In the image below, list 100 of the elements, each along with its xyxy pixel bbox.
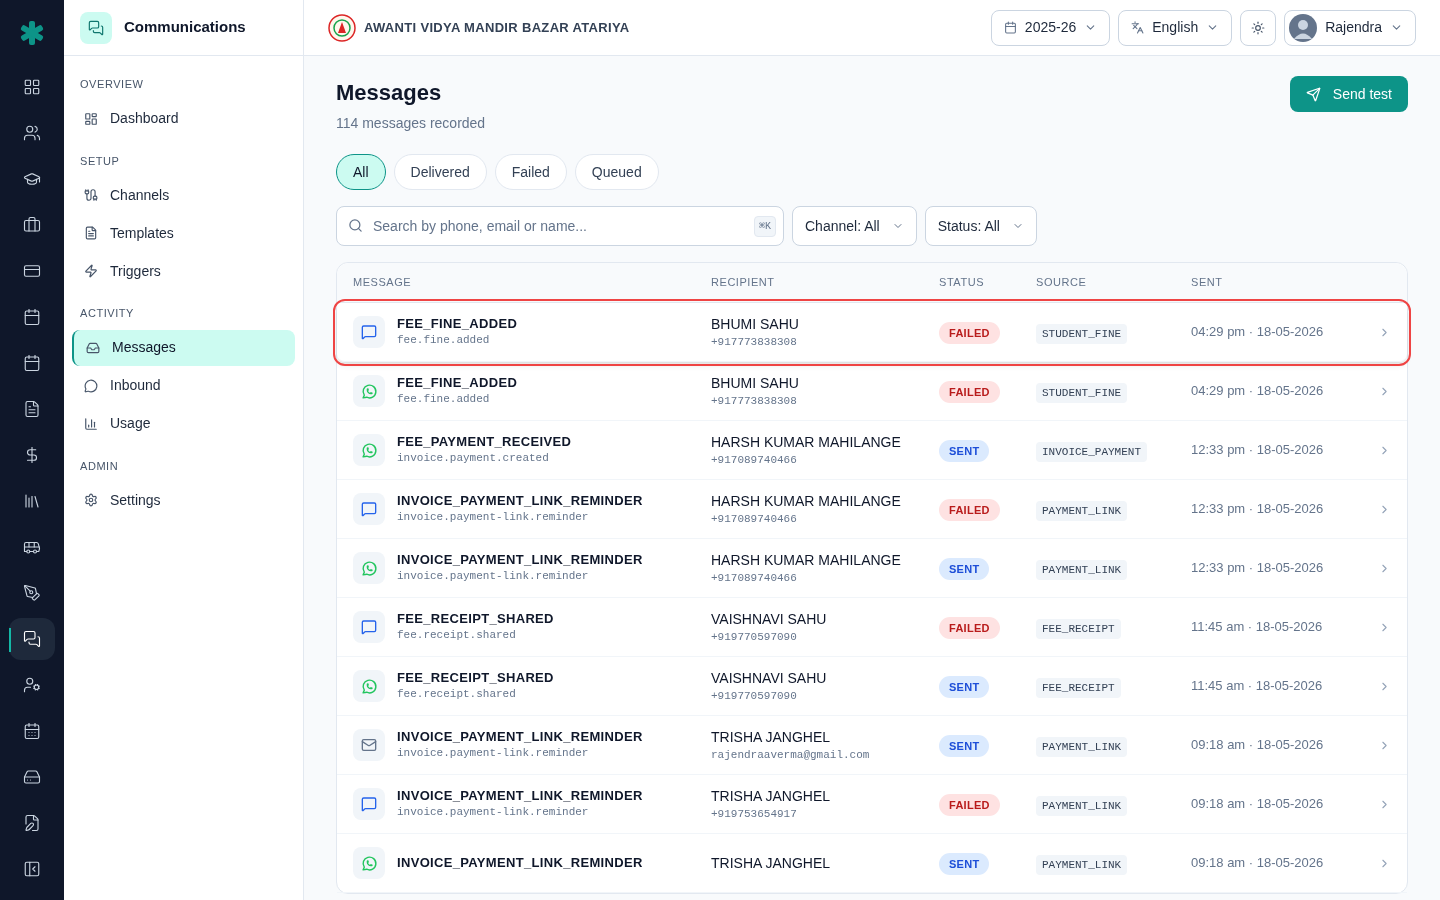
recipient-name: HARSH KUMAR MAHILANGE (711, 551, 902, 570)
filter-dropdown[interactable]: Status: All (924, 206, 1037, 246)
recipient-contact: +917089740466 (711, 512, 798, 527)
rail-button[interactable] (9, 618, 55, 660)
sent-time: 09:18 am · 18-05-2026 (1191, 854, 1325, 873)
sent-time: 11:45 am · 18-05-2026 (1191, 677, 1324, 696)
filter-pill[interactable]: All (336, 154, 386, 190)
message-row[interactable]: FEE_RECEIPT_SHARED fee.receipt.shared VAISHNAVI SAHU +919770597090 FAILED FEE_RECEIPT 11:45 am · 18-05-2026 (337, 598, 1407, 657)
filter-dropdown[interactable]: Channel: All (792, 206, 917, 246)
recipient-name: VAISHNAVI SAHU (711, 610, 828, 629)
column-header: RECIPIENT (711, 275, 776, 291)
sidebar-item[interactable]: Templates (72, 215, 295, 251)
column-header: STATUS (939, 275, 986, 291)
filter-pill[interactable]: Queued (574, 154, 659, 190)
avatar (1289, 13, 1318, 42)
status-badge: SENT (939, 734, 990, 758)
chat-icon (23, 630, 41, 648)
event-key: invoice.payment-link.reminder (397, 745, 643, 761)
page-title: Messages (336, 79, 443, 107)
send-icon (1305, 86, 1321, 102)
message-row[interactable]: INVOICE_PAYMENT_LINK_REMINDER invoice.payment-link.reminder HARSH KUMAR MAHILANGE +917089740466 SENT PAYMENT_LINK 12:33 pm · 18-05-2026 (337, 539, 1407, 598)
message-row[interactable]: FEE_PAYMENT_RECEIVED invoice.payment.created HARSH KUMAR MAHILANGE +917089740466 SENT INVOICE_PAYMENT 12:33 pm · 18-05-2026 (337, 421, 1407, 480)
event-key: fee.fine.added (397, 332, 518, 348)
sidebar-item[interactable]: Dashboard (72, 100, 295, 137)
message-row[interactable]: INVOICE_PAYMENT_LINK_REMINDER TRISHA JANGHEL SENT PAYMENT_LINK 09:18 am · 18-05-2026 (337, 834, 1407, 893)
calendar-icon (23, 308, 41, 326)
recipient-contact: +919753654917 (711, 807, 798, 822)
column-header: SOURCE (1036, 275, 1088, 291)
event-key: fee.receipt.shared (397, 686, 554, 702)
sidebar-item[interactable]: Usage (72, 405, 295, 442)
translate-icon (1131, 21, 1145, 34)
source-tag: PAYMENT_LINK (1036, 500, 1128, 522)
chat-icon (361, 501, 377, 517)
active-indicator (9, 628, 11, 652)
status-badge: SENT (939, 675, 990, 699)
source-tag: STUDENT_FINE (1036, 382, 1128, 404)
sent-time: 12:33 pm · 18-05-2026 (1191, 500, 1325, 519)
sent-time: 04:29 pm · 18-05-2026 (1191, 382, 1325, 401)
column-header: MESSAGE (353, 275, 413, 291)
template-name: INVOICE_PAYMENT_LINK_REMINDER (397, 855, 643, 871)
inbox-icon (86, 340, 100, 355)
message-row[interactable]: FEE_FINE_ADDED fee.fine.added BHUMI SAHU +917773838308 FAILED STUDENT_FINE 04:29 pm · 18-05-2026 (337, 362, 1407, 421)
status-badge: SENT (939, 557, 990, 581)
sidebar-item[interactable]: Channels (72, 177, 295, 213)
source-tag: FEE_RECEIPT (1036, 618, 1121, 640)
sent-time: 12:33 pm · 18-05-2026 (1191, 559, 1325, 578)
template-name: INVOICE_PAYMENT_LINK_REMINDER (397, 729, 643, 745)
user-gear-icon (23, 676, 41, 694)
filter-pill[interactable]: Failed (494, 154, 567, 190)
message-row[interactable]: FEE_FINE_ADDED fee.fine.added BHUMI SAHU +917773838308 FAILED STUDENT_FINE 04:29 pm · 18-05-2026 (337, 303, 1407, 362)
pen-icon (23, 584, 41, 602)
template-name: FEE_RECEIPT_SHARED (397, 670, 554, 686)
sidebar-item[interactable]: Settings (72, 482, 295, 518)
recipient-contact: +919770597090 (711, 689, 798, 704)
calendar-icon (23, 722, 41, 740)
sidebar-item[interactable]: Messages (72, 329, 295, 366)
recipient-contact: +919770597090 (711, 630, 798, 645)
source-tag: PAYMENT_LINK (1036, 559, 1128, 581)
whatsapp-icon (360, 382, 378, 400)
event-key: invoice.payment-link.reminder (397, 509, 643, 525)
status-badge: FAILED (939, 321, 1000, 345)
message-row[interactable]: INVOICE_PAYMENT_LINK_REMINDER invoice.payment-link.reminder TRISHA JANGHEL rajendraaverma@gmail.com SENT PAYMENT_LINK 09:18 am · 18-05-2026 (337, 716, 1407, 775)
template-name: FEE_FINE_ADDED (397, 375, 518, 391)
year-dropdown[interactable]: 2025-26 (990, 9, 1111, 46)
source-tag: INVOICE_PAYMENT (1036, 441, 1148, 463)
calendar-icon (23, 354, 41, 372)
theme-toggle[interactable] (1240, 9, 1277, 46)
graduation-cap-icon (23, 170, 41, 188)
chat-icon (361, 324, 377, 340)
chat-icon (361, 619, 377, 635)
recipient-name: TRISHA JANGHEL (711, 728, 832, 747)
message-row[interactable]: FEE_RECEIPT_SHARED fee.receipt.shared VAISHNAVI SAHU +919770597090 SENT FEE_RECEIPT 11:45 am · 18-05-2026 (337, 657, 1407, 716)
recipient-contact: rajendraaverma@gmail.com (711, 748, 871, 763)
cable-icon (84, 188, 98, 202)
mail-icon (361, 737, 377, 753)
chat-bubble-icon (84, 378, 98, 393)
template-name: FEE_PAYMENT_RECEIVED (397, 434, 572, 450)
filter-pill[interactable]: Delivered (393, 154, 487, 190)
message-row[interactable]: INVOICE_PAYMENT_LINK_REMINDER invoice.payment-link.reminder TRISHA JANGHEL +919753654917 FAILED PAYMENT_LINK 09:18 am · 18-05-2026 (337, 775, 1407, 834)
sent-time: 09:18 am · 18-05-2026 (1191, 736, 1325, 755)
event-key: invoice.payment-link.reminder (397, 568, 643, 584)
sidebar-title: Communications (124, 17, 246, 38)
send-test-button[interactable]: Send test (1289, 76, 1408, 112)
file-pen-icon (23, 814, 41, 832)
template-name: FEE_FINE_ADDED (397, 316, 518, 332)
school-logo-icon (328, 13, 356, 42)
recipient-contact: +917089740466 (711, 453, 798, 468)
user-menu[interactable]: Rajendra (1284, 9, 1416, 46)
sidebar-item[interactable]: Triggers (72, 253, 295, 289)
calendar-icon (1003, 21, 1017, 34)
template-name: FEE_RECEIPT_SHARED (397, 611, 554, 627)
school-name: AWANTI VIDYA MANDIR BAZAR ATARIYA (364, 18, 630, 37)
sidebar-item[interactable]: Inbound (72, 367, 295, 404)
status-badge: FAILED (939, 498, 1000, 522)
language-dropdown[interactable]: English (1118, 9, 1233, 46)
message-row[interactable]: INVOICE_PAYMENT_LINK_REMINDER invoice.payment-link.reminder HARSH KUMAR MAHILANGE +917089740466 FAILED PAYMENT_LINK 12:33 pm · 18-05-2026 (337, 480, 1407, 539)
chat-icon (361, 796, 377, 812)
recipient-name: TRISHA JANGHEL (711, 787, 832, 806)
whatsapp-icon (360, 677, 378, 695)
source-tag: PAYMENT_LINK (1036, 854, 1128, 876)
